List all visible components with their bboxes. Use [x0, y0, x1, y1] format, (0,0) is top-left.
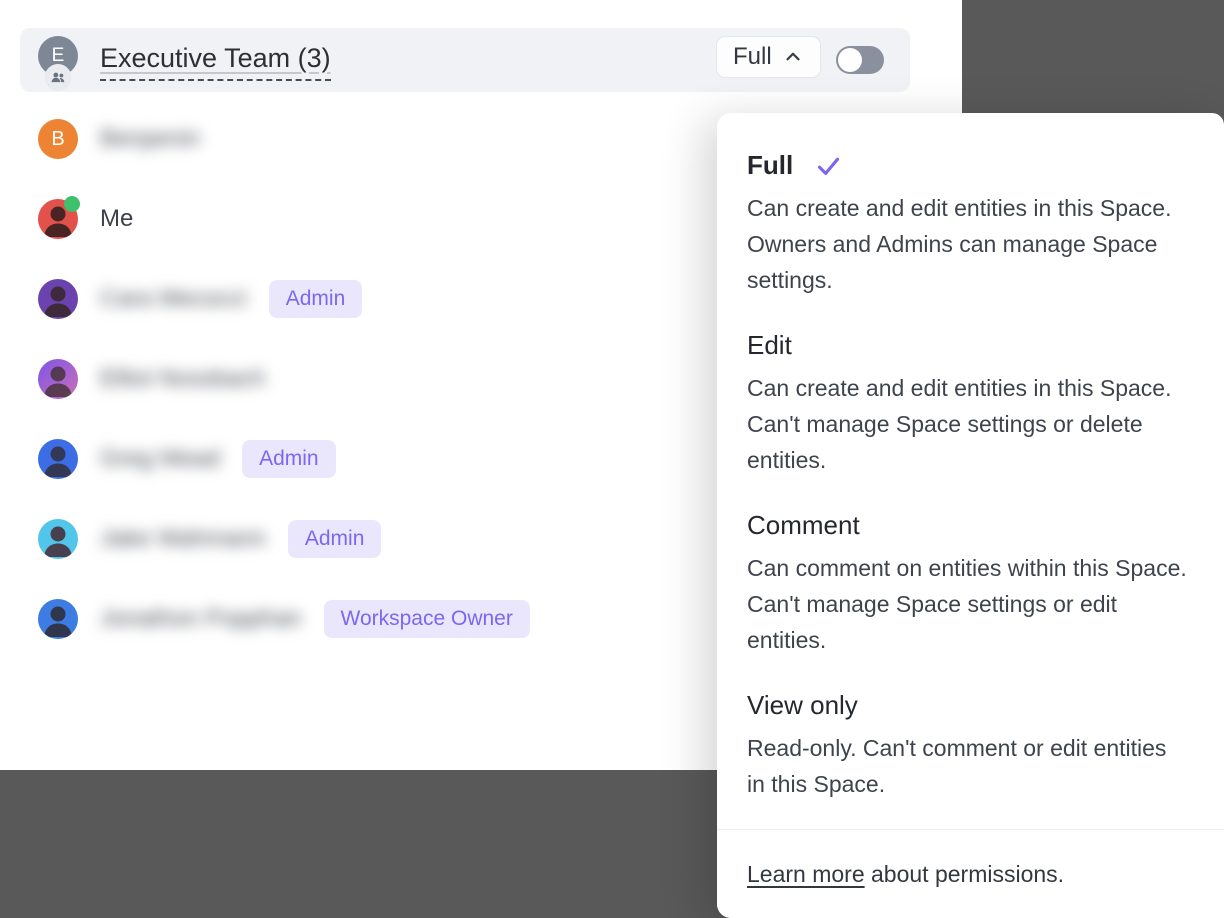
member-row: Cara Mecocci Admin	[38, 279, 362, 319]
toggle-knob	[838, 48, 862, 72]
role-badge: Admin	[288, 520, 382, 558]
option-label: Comment	[747, 508, 860, 542]
member-row: Elliot Nossbach	[38, 359, 265, 399]
footer-text: about permissions.	[865, 861, 1064, 887]
member-name: Elliot Nossbach	[100, 365, 265, 393]
group-members-badge	[45, 64, 72, 91]
member-avatar	[38, 279, 78, 319]
member-row: Greg Mead Admin	[38, 439, 336, 479]
group-header-bar: E Executive Team (3) Full	[20, 28, 910, 92]
member-name: Cara Mecocci	[100, 285, 247, 313]
option-description: Read-only. Can't comment or edit entitie…	[747, 730, 1190, 802]
member-name: Jonathon Popphan	[100, 605, 302, 633]
option-description: Can comment on entities within this Spac…	[747, 550, 1190, 658]
permission-option-comment[interactable]: Comment Can comment on entities within t…	[747, 508, 1190, 658]
person-photo-icon	[38, 519, 78, 559]
member-avatar	[38, 599, 78, 639]
check-icon	[815, 152, 842, 179]
member-avatar: B	[38, 119, 78, 159]
permission-option-full[interactable]: Full Can create and edit entities in thi…	[747, 148, 1190, 298]
member-row: B Benjamin	[38, 119, 200, 159]
member-name: Jake Wahmann	[100, 525, 266, 553]
role-badge: Admin	[269, 280, 363, 318]
permissions-panel-footer: Learn more about permissions.	[717, 829, 1224, 918]
member-avatar	[38, 199, 78, 239]
permission-dropdown-label: Full	[733, 43, 772, 71]
person-photo-icon	[38, 359, 78, 399]
member-avatar	[38, 519, 78, 559]
permission-dropdown-button[interactable]: Full	[716, 36, 821, 78]
avatar-initial: B	[51, 128, 64, 151]
role-badge: Admin	[242, 440, 336, 478]
member-name: Benjamin	[100, 125, 200, 153]
chevron-up-icon	[782, 46, 804, 68]
option-description: Can create and edit entities in this Spa…	[747, 370, 1190, 478]
member-row: Jonathon Popphan Workspace Owner	[38, 599, 530, 639]
option-description: Can create and edit entities in this Spa…	[747, 190, 1190, 298]
person-photo-icon	[38, 439, 78, 479]
people-icon	[50, 69, 67, 86]
member-avatar	[38, 359, 78, 399]
person-photo-icon	[38, 599, 78, 639]
option-label: Full	[747, 148, 793, 182]
option-label: View only	[747, 688, 858, 722]
permissions-dropdown-panel: Full Can create and edit entities in thi…	[717, 113, 1224, 918]
member-avatar	[38, 439, 78, 479]
option-label: Edit	[747, 328, 792, 362]
permissions-options-list: Full Can create and edit entities in thi…	[717, 113, 1224, 802]
member-row: Jake Wahmann Admin	[38, 519, 381, 559]
role-badge: Workspace Owner	[324, 600, 530, 638]
group-title[interactable]: Executive Team (3)	[100, 43, 331, 81]
member-name: Me	[100, 205, 133, 233]
group-toggle-switch[interactable]	[836, 46, 884, 74]
member-row: Me	[38, 199, 133, 239]
member-name: Greg Mead	[100, 445, 220, 473]
online-status-dot	[64, 196, 80, 212]
permission-option-edit[interactable]: Edit Can create and edit entities in thi…	[747, 328, 1190, 478]
person-photo-icon	[38, 279, 78, 319]
permission-option-view-only[interactable]: View only Read-only. Can't comment or ed…	[747, 688, 1190, 802]
learn-more-link[interactable]: Learn more	[747, 861, 865, 887]
group-avatar: E	[38, 36, 78, 76]
